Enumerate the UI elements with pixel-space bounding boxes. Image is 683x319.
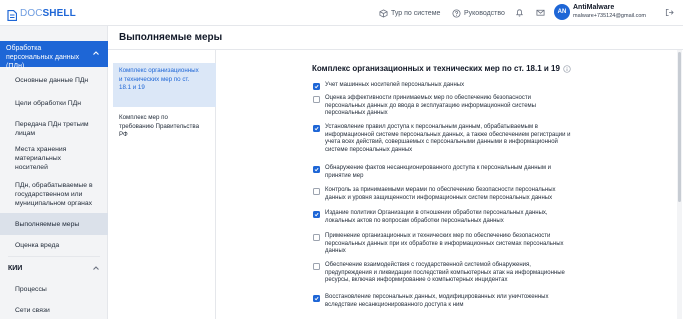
guide-link[interactable]: Руководство [452,7,505,19]
checkbox-unchecked[interactable] [313,262,320,270]
checkbox-unchecked[interactable] [313,187,320,195]
sidebar-item-storage-places[interactable]: Места хранения материальных носителей [0,145,108,171]
notifications-button[interactable] [513,6,525,18]
subnav-item-government[interactable]: Комплекс мер по требованию Правительства… [113,110,216,146]
tour-link[interactable]: Тур по системе [379,7,440,19]
measure-row[interactable]: Учет машинных носителей персональных дан… [313,82,571,90]
measure-label: Установление правил доступа к персональн… [325,124,571,153]
check-icon [314,167,319,171]
measure-label: Оценка эффективности принимаемых мер по … [325,95,536,117]
sidebar-group-title: КИИ [8,264,23,272]
chevron-up-icon [93,51,99,55]
help-circle-icon [452,8,461,18]
section-title: Комплекс организационных и технических м… [312,64,571,73]
app-logo[interactable]: DOCSHELL [7,6,76,21]
sidebar-item-gov-pdn[interactable]: ПДн, обрабатываемые в государственном ил… [0,178,108,210]
sidebar-section-title: Обработка персональных данных (ПДн) [6,45,80,70]
avatar[interactable]: AN [554,4,570,20]
sidebar-divider [8,256,100,257]
checkbox-checked[interactable] [313,82,320,90]
main-content: Комплекс организационных и технических м… [216,50,683,319]
measure-label: Издание политики Организации в отношении… [325,210,548,224]
subnav-item-label: Комплекс организационных и технических м… [119,67,199,91]
top-bar: DOCSHELL Тур по системе Руководство AN A… [0,0,683,26]
sidebar-section-pdn[interactable]: Обработка персональных данных (ПДн) [0,41,108,70]
mail-icon [535,9,545,16]
sidebar-item-harm-assessment[interactable]: Оценка вреда [0,237,108,254]
sidebar-item-basic-data[interactable]: Основные данные ПДн [0,71,108,89]
sidebar-item-networks[interactable]: Сети связи [0,303,108,317]
measure-row[interactable]: Восстановление персональных данных, моди… [313,294,571,309]
page-title: Выполняемые меры [119,32,223,43]
check-icon [314,296,319,300]
check-icon [314,84,319,88]
checkbox-unchecked[interactable] [313,233,320,241]
section-title-text: Комплекс организационных и технических м… [312,64,560,73]
sidebar-item-label: Места хранения материальных носителей [15,145,67,171]
sidebar-item-label: Процессы [15,285,47,293]
sidebar-item-purposes[interactable]: Цели обработки ПДн [0,94,108,112]
sidebar-item-label: ПДн, обрабатываемые в государственном ил… [15,181,93,207]
measure-label: Обнаружение фактов несанкционированного … [325,165,551,179]
measure-label: Применение организационных и технических… [325,233,564,255]
measure-row[interactable]: Контроль за принимаемыми мерами по обесп… [313,187,571,202]
subnav-item-art-18-19[interactable]: Комплекс организационных и технических м… [113,63,216,107]
sidebar-item-processes[interactable]: Процессы [0,282,108,296]
chevron-up-icon [93,266,99,270]
checkbox-unchecked[interactable] [313,95,320,103]
sidebar-section-kii[interactable]: КИИ [0,260,108,276]
measure-row[interactable]: Установление правил доступа к персональн… [313,124,571,154]
measure-label: Контроль за принимаемыми мерами по обесп… [325,187,556,201]
cube-icon [379,8,388,18]
guide-label: Руководство [464,9,505,17]
logo-text-bold: SHELL [42,7,76,19]
sidebar-item-transfer[interactable]: Передача ПДн третьим лицам [0,118,108,140]
measure-row[interactable]: Применение организационных и технических… [313,233,571,256]
subnav-item-label: Комплекс мер по требованию Правительства… [119,114,200,138]
check-icon [314,126,319,130]
docshell-logo-icon [7,8,18,21]
main-scrollbar[interactable] [677,50,682,319]
user-name: AntiMalware [573,4,615,11]
checkbox-checked[interactable] [313,124,320,132]
info-icon[interactable] [563,64,571,73]
measure-label: Учет машинных носителей персональных дан… [325,82,465,88]
scrollbar-thumb[interactable] [678,52,681,202]
sidebar-item-label: Сети связи [15,306,50,314]
measure-label: Восстановление персональных данных, моди… [325,294,549,308]
sidebar-item-label: Выполняемые меры [15,220,80,228]
logout-icon [665,8,674,16]
sidebar-item-label: Оценка вреда [15,242,60,249]
measure-row[interactable]: Оценка эффективности принимаемых мер по … [313,95,571,118]
checkbox-checked[interactable] [313,165,320,173]
checkbox-checked[interactable] [313,210,320,218]
measure-row[interactable]: Обеспечение взаимодействия с государстве… [313,262,571,285]
measure-row[interactable]: Обнаружение фактов несанкционированного … [313,165,571,180]
sidebar-item-label: Цели обработки ПДн [15,99,82,107]
bell-icon [515,8,523,17]
tour-label: Тур по системе [391,9,441,17]
messages-button[interactable] [534,6,546,18]
sidebar-item-label: Основные данные ПДн [15,76,89,84]
sidebar: Обработка персональных данных (ПДн) Осно… [0,26,108,319]
measures-subnav: Комплекс организационных и технических м… [108,50,216,319]
user-email: malware+735124@gmail.com [573,13,646,19]
sidebar-item-label: Передача ПДн третьим лицам [15,121,89,137]
logout-button[interactable] [663,6,675,18]
measure-label: Обеспечение взаимодействия с государстве… [325,262,565,284]
checkbox-checked[interactable] [313,294,320,302]
sidebar-item-measures[interactable]: Выполняемые меры [0,213,108,235]
measure-row[interactable]: Издание политики Организации в отношении… [313,210,571,225]
check-icon [314,212,319,216]
logo-text-light: DOC [20,7,43,19]
